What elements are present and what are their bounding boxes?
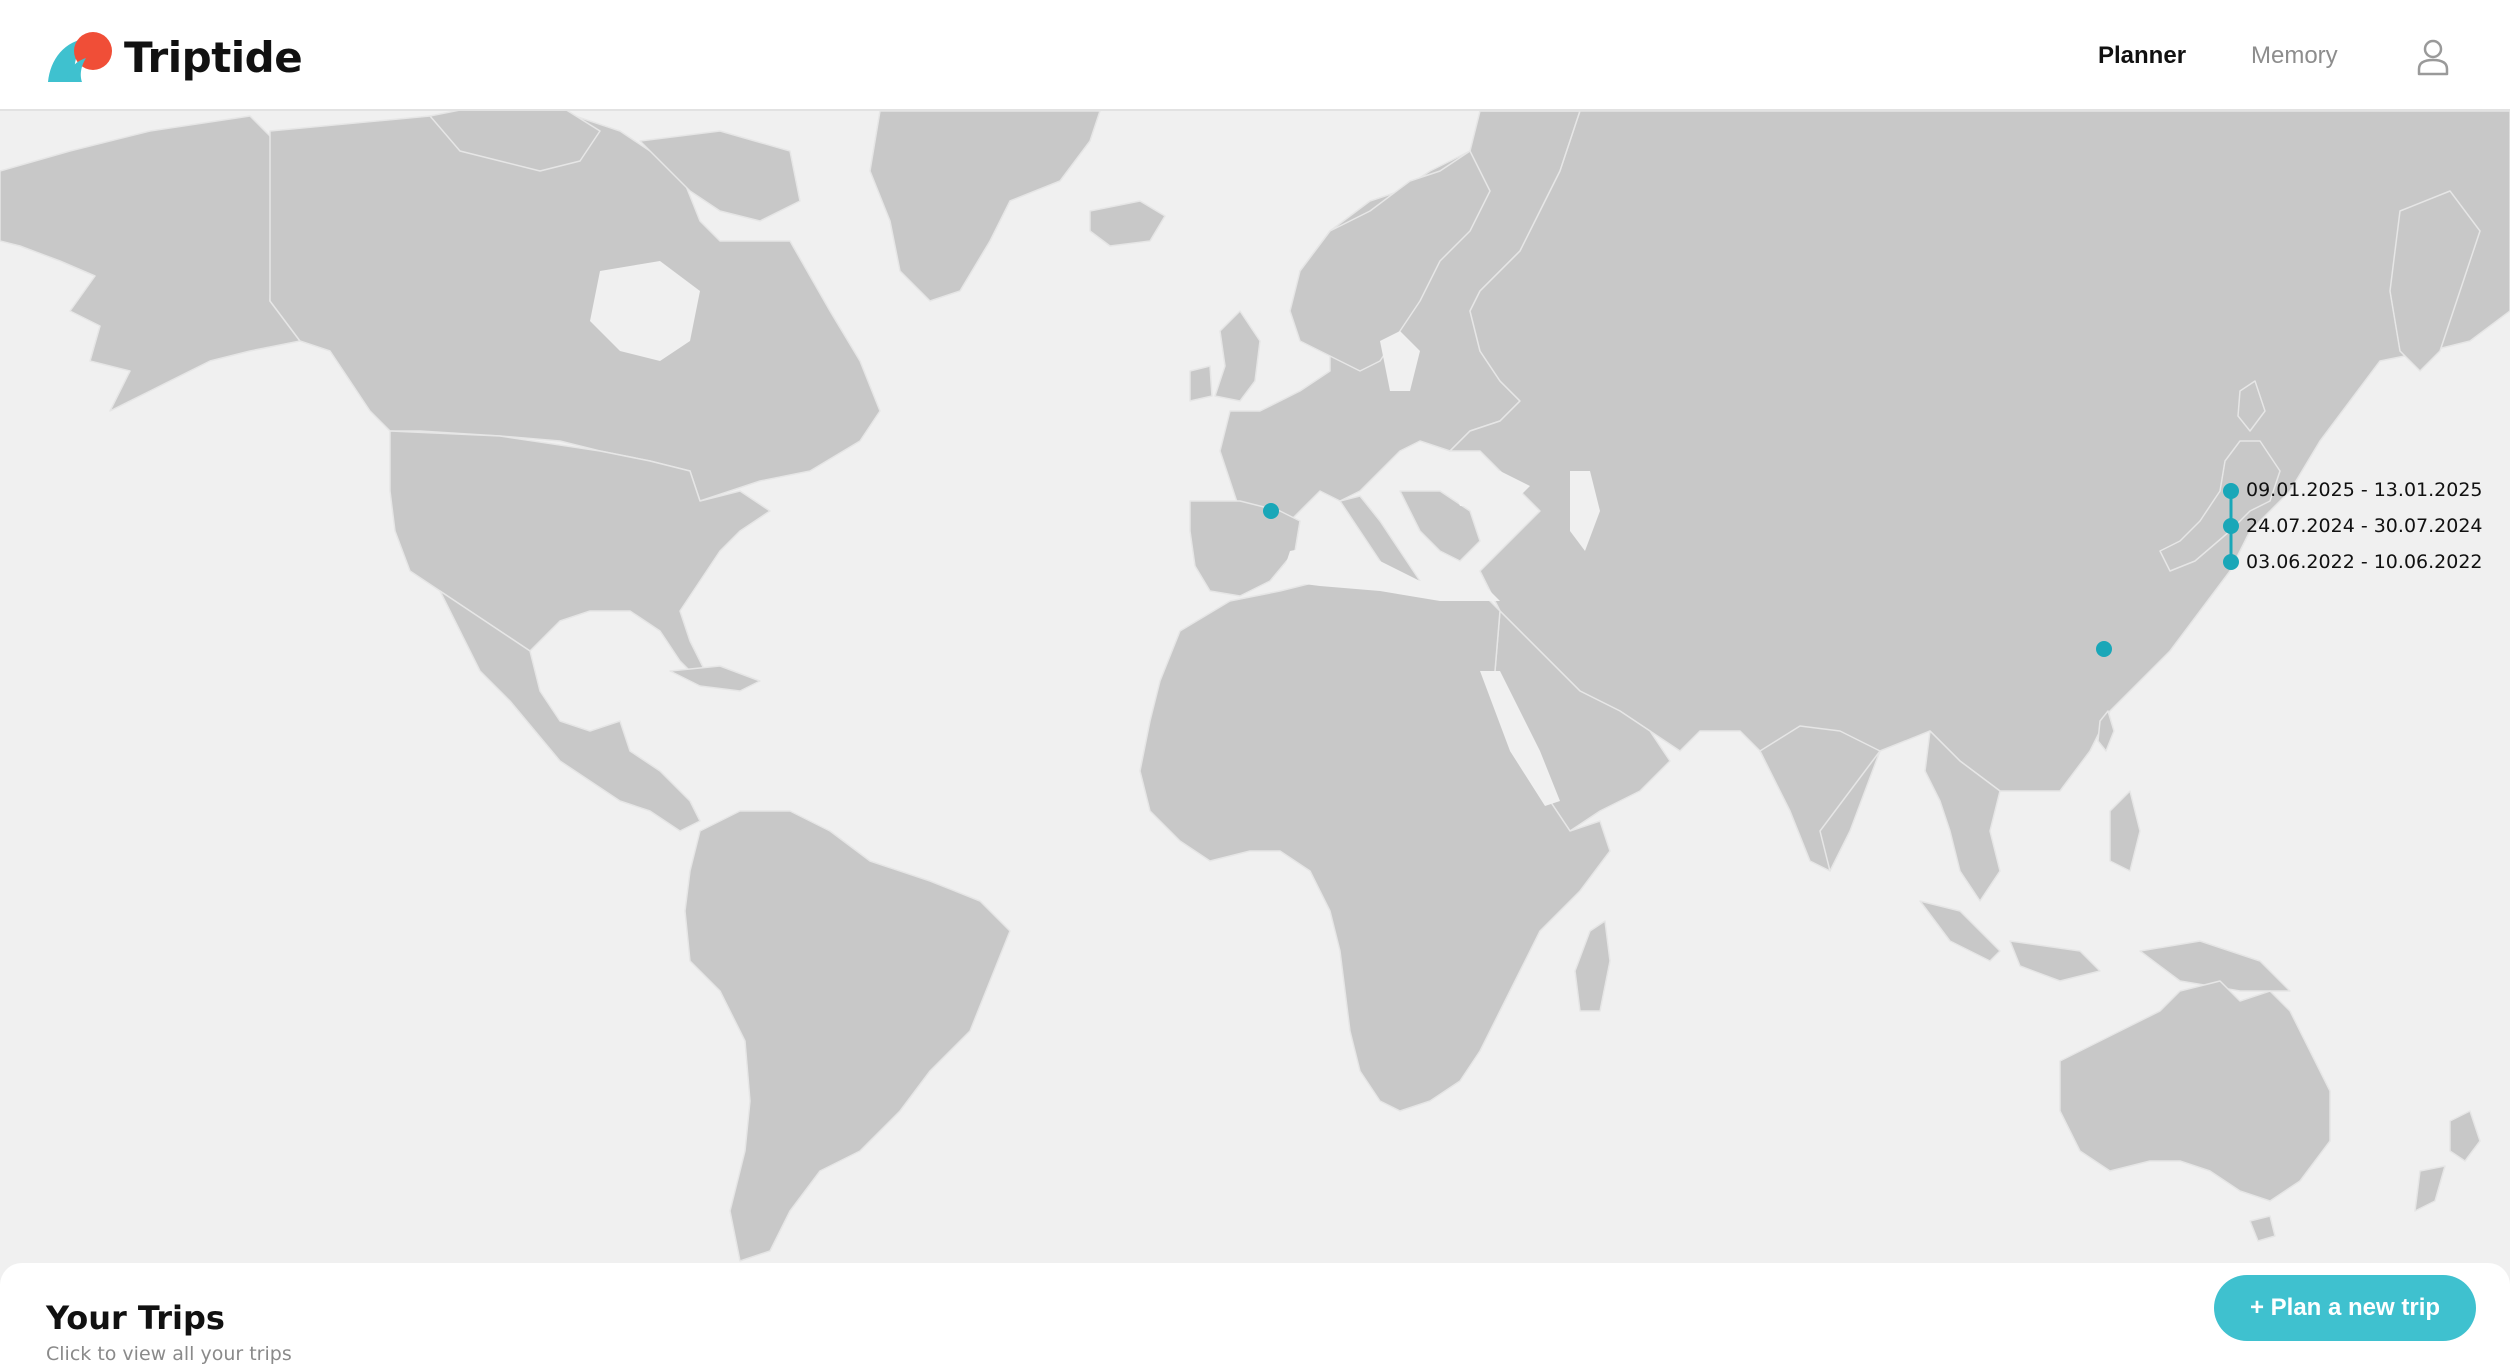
trip-pin-spain[interactable] xyxy=(1263,503,1279,519)
trip-date-label[interactable]: 24.07.2024 - 30.07.2024 xyxy=(2246,515,2483,537)
wave-sun-logo-icon xyxy=(48,32,112,82)
nav-memory-label: Memory xyxy=(2251,41,2338,69)
nav-planner-label: Planner xyxy=(2098,41,2187,69)
trip-pins xyxy=(1263,483,2239,657)
app-logo[interactable]: Triptide xyxy=(46,30,303,84)
nav-memory[interactable]: Memory xyxy=(2251,0,2338,111)
world-map[interactable]: 09.01.2025 - 13.01.2025 24.07.2024 - 30.… xyxy=(0,111,2510,1263)
your-trips-panel[interactable]: Your Trips Click to view all your trips … xyxy=(0,1263,2510,1369)
trip-date-label[interactable]: 03.06.2022 - 10.06.2022 xyxy=(2246,551,2483,573)
your-trips-subtitle: Click to view all your trips xyxy=(46,1343,292,1365)
plan-new-trip-button[interactable]: + Plan a new trip xyxy=(2214,1275,2476,1341)
top-header: Triptide Planner Memory xyxy=(0,0,2510,111)
nav-planner[interactable]: Planner xyxy=(2098,0,2186,111)
trip-pin-japan-1[interactable] xyxy=(2223,483,2239,499)
your-trips-title: Your Trips xyxy=(46,1299,225,1337)
user-icon[interactable] xyxy=(2416,38,2450,76)
trip-pin-japan-2[interactable] xyxy=(2223,518,2239,534)
trip-pin-taiwan[interactable] xyxy=(2096,641,2112,657)
trip-date-label[interactable]: 09.01.2025 - 13.01.2025 xyxy=(2246,479,2483,501)
app-name: Triptide xyxy=(124,32,303,82)
trip-pin-japan-3[interactable] xyxy=(2223,554,2239,570)
